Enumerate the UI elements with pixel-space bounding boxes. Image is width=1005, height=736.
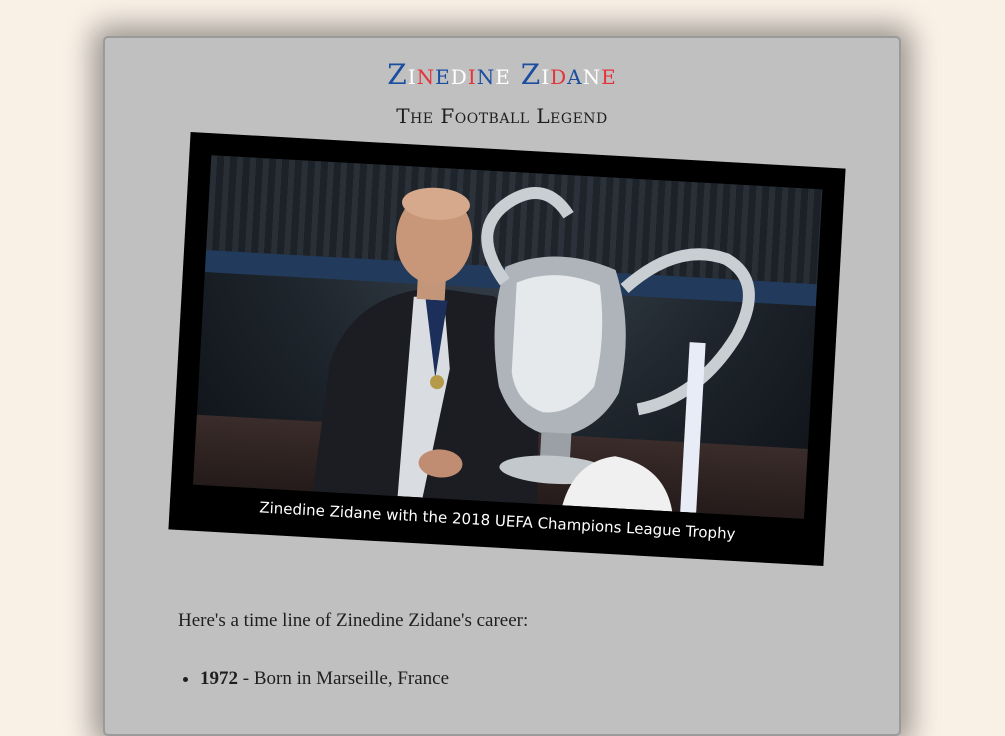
title-letter: n — [582, 58, 602, 91]
zidane-trophy-photo — [192, 155, 823, 519]
title-letter: i — [541, 58, 551, 91]
page-title: Zinedine Zidane — [105, 55, 899, 95]
timeline-intro: Here's a time line of Zinedine Zidane's … — [178, 610, 529, 631]
title-letter: e — [435, 58, 451, 91]
timeline-item: 1972 - Born in Marseille, France — [200, 668, 449, 690]
title-letter: a — [567, 58, 583, 91]
title-letter: e — [495, 58, 511, 91]
title-letter: e — [601, 58, 617, 91]
title-letter: d — [450, 58, 468, 91]
timeline-event: - Born in Marseille, France — [238, 668, 450, 689]
content-card: Zinedine Zidane The Football Legend Zine… — [103, 36, 901, 736]
page-subtitle: The Football Legend — [396, 104, 608, 128]
zidane-figure-illustration — [312, 187, 755, 513]
photo-frame: Zinedine Zidane with the 2018 UEFA Champ… — [168, 132, 846, 566]
title-letter: n — [476, 58, 496, 91]
title-letter: Z — [520, 58, 542, 91]
title-letter: Z — [387, 58, 408, 91]
title-letter: i — [407, 58, 417, 91]
timeline-year: 1972 — [200, 668, 238, 689]
title-letter: n — [416, 58, 436, 91]
career-timeline: 1972 - Born in Marseille, France — [178, 668, 449, 690]
title-letter: d — [550, 58, 568, 91]
title-letter — [511, 55, 521, 95]
title-letter: i — [467, 58, 477, 91]
